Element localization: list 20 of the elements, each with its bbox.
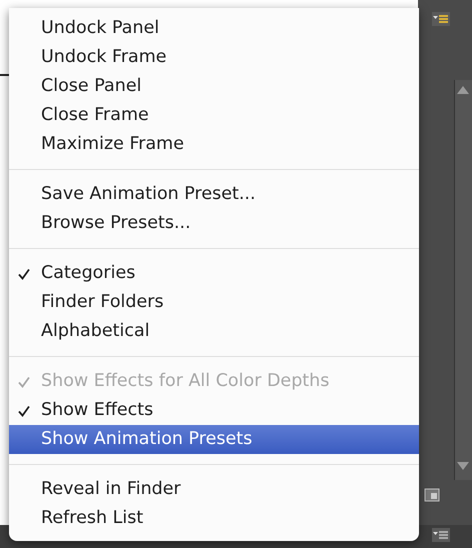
scroll-up-icon[interactable]	[457, 86, 469, 94]
menu-item[interactable]: Save Animation Preset...	[9, 180, 419, 209]
new-item-icon[interactable]	[424, 488, 440, 502]
menu-item[interactable]: Refresh List	[9, 504, 419, 533]
menu-item[interactable]: Undock Frame	[9, 43, 419, 72]
menu-item[interactable]: Show Effects	[9, 396, 419, 425]
menu-item[interactable]: Browse Presets...	[9, 209, 419, 238]
menu-item[interactable]: Categories	[9, 259, 419, 288]
menu-item[interactable]: Alphabetical	[9, 317, 419, 346]
scrollbar[interactable]	[454, 80, 472, 480]
menu-item[interactable]: Reveal in Finder	[9, 475, 419, 504]
menu-item[interactable]: Close Panel	[9, 72, 419, 101]
menu-icon[interactable]	[432, 12, 450, 26]
menu-item[interactable]: Maximize Frame	[9, 130, 419, 159]
menu-item[interactable]: Finder Folders	[9, 288, 419, 317]
scroll-down-icon[interactable]	[457, 462, 469, 470]
menu-item[interactable]: Close Frame	[9, 101, 419, 130]
menu-item[interactable]: Show Animation Presets	[9, 425, 419, 454]
menu-item[interactable]: Undock Panel	[9, 14, 419, 43]
menu-icon[interactable]	[432, 528, 450, 542]
